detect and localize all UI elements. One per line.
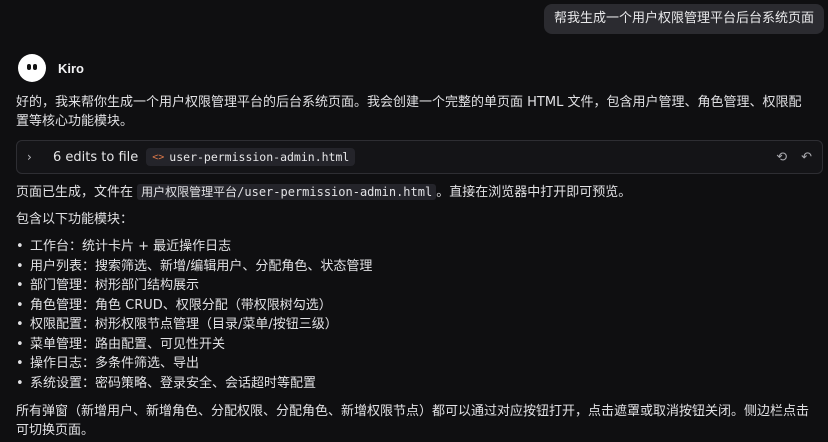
edits-label: 6 edits to file [53,149,139,165]
edits-card[interactable]: › 6 edits to file <> user-permission-adm… [16,140,823,174]
generated-path: 用户权限管理平台/user-permission-admin.html [137,184,437,200]
generated-note: 页面已生成，文件在 用户权限管理平台/user-permission-admin… [16,183,814,202]
review-icon[interactable]: ⟲ [776,150,787,165]
chevron-right-icon[interactable]: › [27,150,47,164]
file-name: user-permission-admin.html [169,150,350,164]
assistant-intro-text: 好的，我来帮你生成一个用户权限管理平台的后台系统页面。我会创建一个完整的单页面 … [16,95,802,129]
list-item: • 用户列表：搜索筛选、新增/编辑用户、分配角色、状态管理 [16,258,373,274]
list-item: • 角色管理：角色 CRUD、权限分配（带权限树勾选） [16,297,332,313]
generated-suffix: 。直接在浏览器中打开即可预览。 [436,185,632,200]
file-chip[interactable]: <> user-permission-admin.html [146,148,356,166]
assistant-name: Kiro [58,60,84,76]
code-file-icon: <> [152,151,165,163]
list-item: • 权限配置：树形权限节点管理（目录/菜单/按钮三级） [16,317,338,332]
list-item: • 系统设置：密码策略、登录安全、会话超时等配置 [16,375,317,391]
kiro-avatar-icon [18,54,46,82]
closing-text: 所有弹窗（新增用户、新增角色、分配权限、分配角色、新增权限节点）都可以通过对应按… [16,404,810,438]
list-item: • 部门管理：树形部门结构展示 [16,278,200,293]
generated-prefix: 页面已生成，文件在 [16,185,138,200]
undo-icon[interactable]: ↶ [801,150,812,165]
assistant-header: Kiro [18,54,84,82]
list-item: • 工作台：统计卡片 + 最近操作日志 [16,239,232,254]
list-item: • 操作日志：多条件筛选、导出 [16,356,200,371]
list-item: • 菜单管理：路由配置、可见性开关 [16,336,226,352]
modules-list: • 工作台：统计卡片 + 最近操作日志 • 用户列表：搜索筛选、新增/编辑用户、分配… [16,237,372,393]
user-message-bubble: 帮我生成一个用户权限管理平台后台系统页面 [543,4,824,34]
modules-heading: 包含以下功能模块： [16,212,134,227]
